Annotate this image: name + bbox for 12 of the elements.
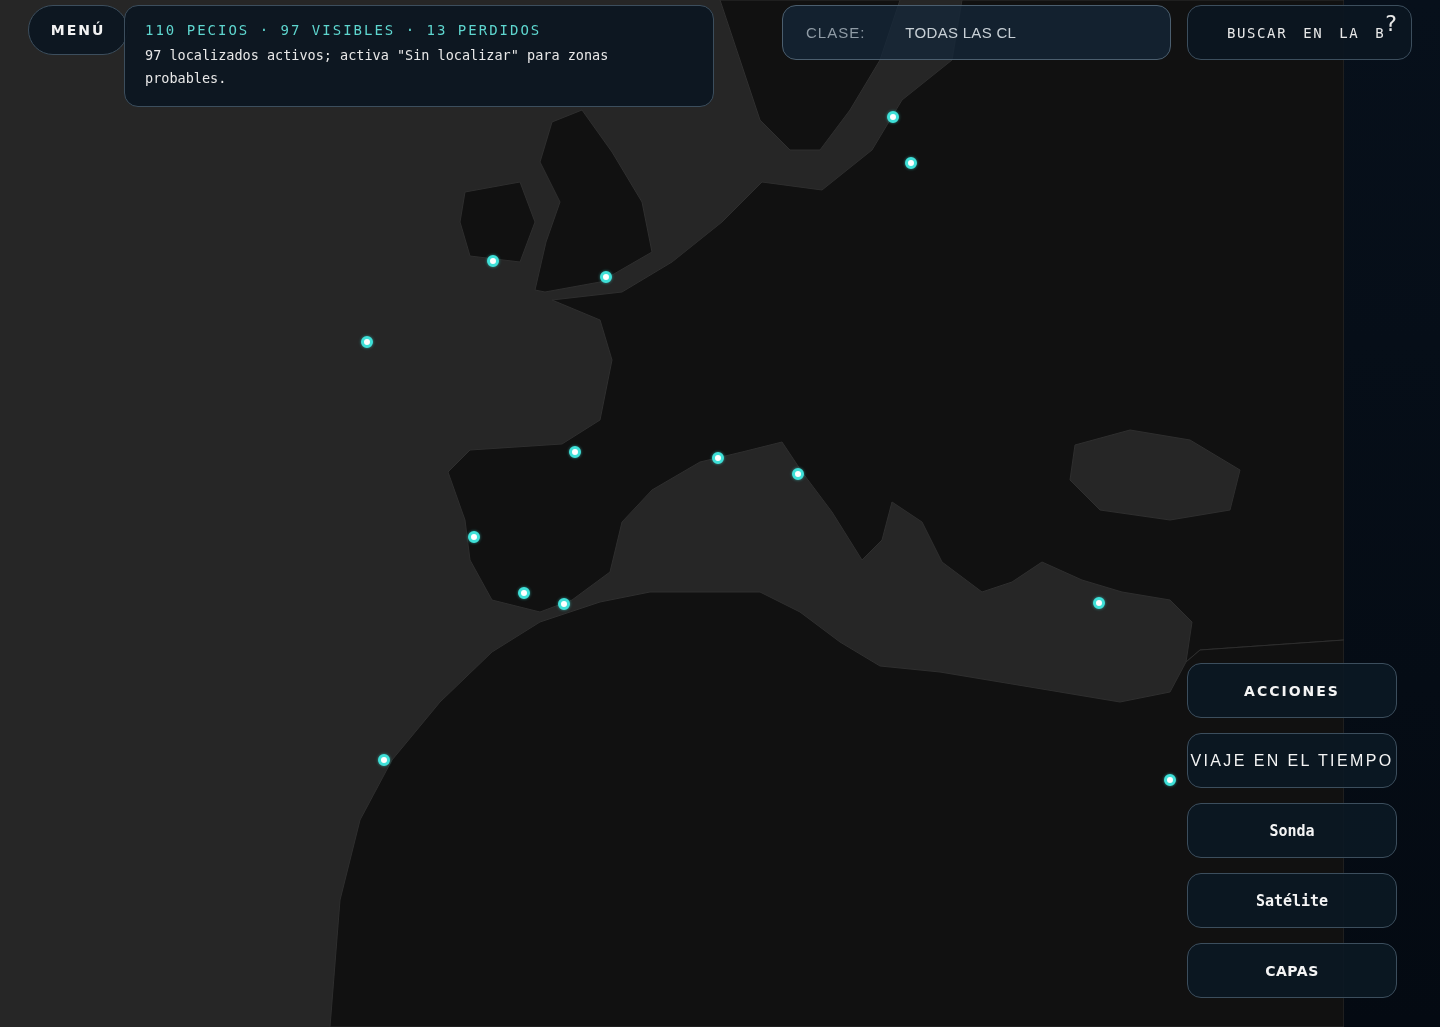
class-select[interactable]: CLASE: TODAS LAS CL (782, 5, 1171, 60)
search-placeholder: BUSCAR EN LA B (1227, 24, 1386, 41)
action-button[interactable]: CAPAS (1187, 943, 1397, 998)
class-label: CLASE: (806, 24, 866, 41)
action-button[interactable]: Sonda (1187, 803, 1397, 858)
help-button[interactable]: ? (1383, 10, 1399, 38)
summary-title: 110 PECIOS · 97 VISIBLES · 13 PERDIDOS (145, 22, 543, 38)
class-value: TODAS LAS CL (905, 24, 1017, 41)
action-button[interactable]: ACCIONES (1187, 663, 1397, 718)
action-button[interactable]: VIAJE EN EL TIEMPO (1187, 733, 1397, 788)
action-button[interactable]: Satélite (1187, 873, 1397, 928)
summary-message: 97 localizados activos; activa "Sin localizar" para zonas probables. (145, 46, 610, 88)
